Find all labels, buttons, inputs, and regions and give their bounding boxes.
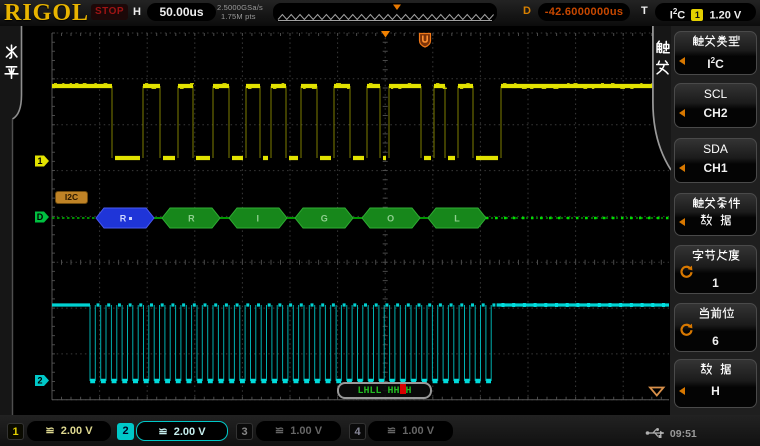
svg-text:2: 2 [37,376,42,386]
svg-text:I: I [257,214,260,224]
svg-text:1: 1 [37,156,42,166]
svg-text:R: R [120,214,127,224]
svg-text:L: L [454,214,460,224]
svg-text:G: G [321,214,328,224]
svg-text:D: D [37,212,44,222]
svg-text:O: O [387,214,394,224]
svg-text:R: R [188,214,195,224]
